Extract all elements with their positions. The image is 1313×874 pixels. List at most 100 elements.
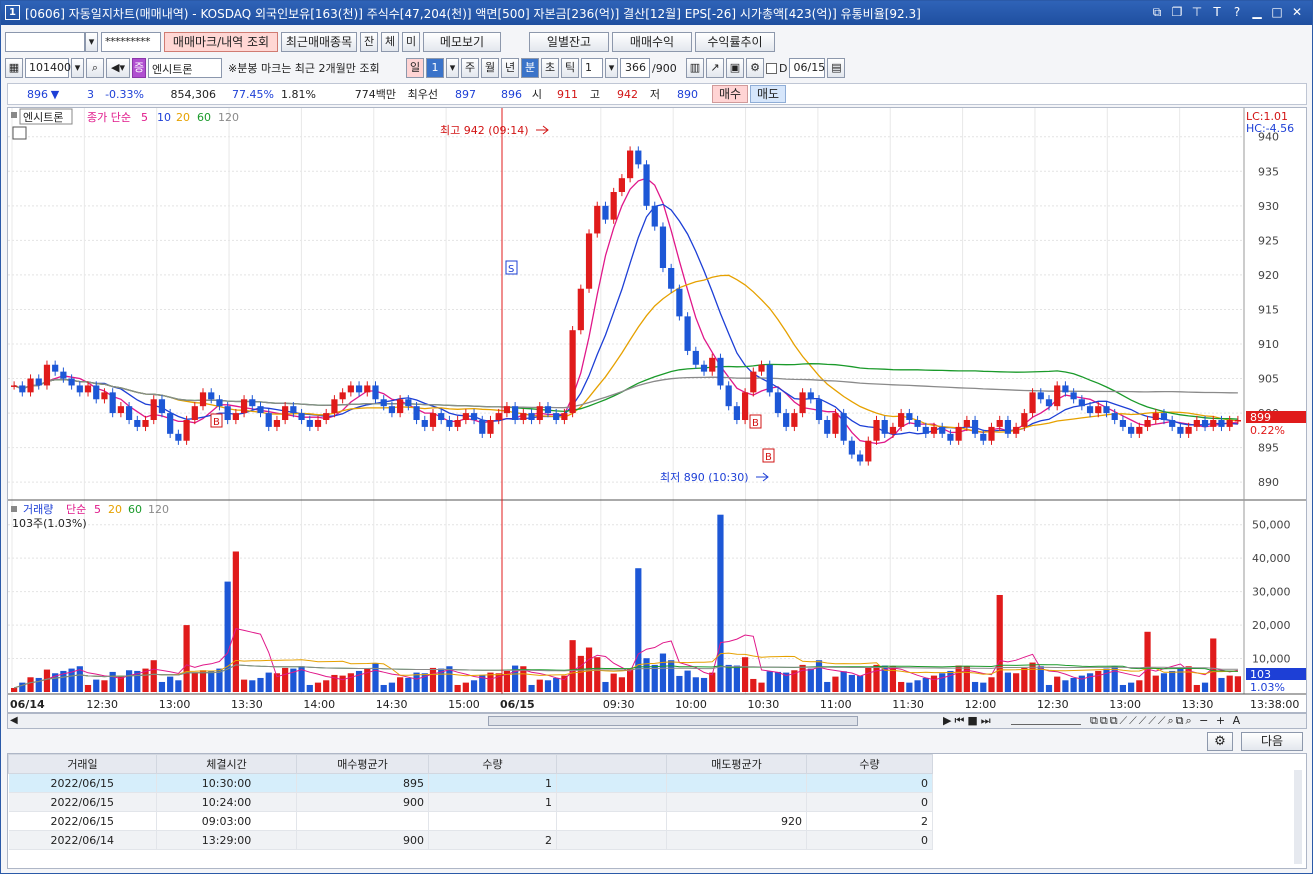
- candle: [43, 364, 51, 386]
- scroll-left-icon[interactable]: ◀: [10, 715, 18, 726]
- zoom-slider[interactable]: [1011, 717, 1081, 725]
- candle: [35, 378, 42, 386]
- chart-scroll-bar[interactable]: ◀ ▶⏮■⏭ ⧉⧉⧉⟋⟋⟋⟋⟋⌕⧉⌕ − + A: [7, 713, 1307, 729]
- col-buy-qty[interactable]: 수량: [428, 754, 557, 774]
- restore-group-icon[interactable]: ❐: [1170, 4, 1184, 20]
- speaker-icon[interactable]: ◀▾: [106, 58, 130, 78]
- period-minute[interactable]: 분: [521, 58, 539, 78]
- daily-balance-button[interactable]: 일별잔고: [529, 32, 609, 52]
- candle: [462, 413, 469, 420]
- chart-area[interactable]: 엔시트론 종가 단순 5 10 20 60 120 LC:1.01 HC:-4.…: [7, 107, 1307, 713]
- col-trade-date[interactable]: 거래일: [8, 754, 157, 774]
- chart-tools-icon[interactable]: ⧉⧉⧉⟋⟋⟋⟋⟋⌕⧉⌕ − + A: [1090, 714, 1242, 728]
- period-num[interactable]: 1: [426, 58, 444, 78]
- minimize-icon[interactable]: ▁: [1250, 4, 1264, 20]
- recent-trade-button[interactable]: 최근매매종목: [281, 32, 357, 52]
- legend-toggle-icon[interactable]: [11, 112, 17, 118]
- high-price: 942: [617, 87, 638, 101]
- volume-bar: [1152, 675, 1159, 692]
- save-icon[interactable]: ▣: [726, 58, 744, 78]
- maximize-icon[interactable]: □: [1270, 4, 1284, 20]
- volume-bar: [561, 675, 568, 692]
- period-year[interactable]: 년: [501, 58, 519, 78]
- scroll-thumb[interactable]: [488, 716, 858, 726]
- playback-controls-icon[interactable]: ▶⏮■⏭: [943, 714, 994, 728]
- low-label: 저: [649, 88, 660, 101]
- account-field[interactable]: [5, 32, 85, 52]
- pin-icon[interactable]: ⊤: [1190, 4, 1204, 20]
- candle: [208, 392, 215, 400]
- font-icon[interactable]: T: [1210, 4, 1224, 20]
- next-button[interactable]: 다음: [1241, 732, 1303, 751]
- settings-icon[interactable]: ⚙: [746, 58, 764, 78]
- candle: [117, 406, 124, 414]
- period-month[interactable]: 월: [481, 58, 499, 78]
- interval-dropdown-icon[interactable]: ▾: [605, 58, 618, 78]
- candle: [76, 385, 83, 393]
- interval-input[interactable]: 1: [581, 58, 603, 78]
- period-tick[interactable]: 틱: [561, 58, 579, 78]
- period-week[interactable]: 주: [461, 58, 479, 78]
- period-second[interactable]: 초: [541, 58, 559, 78]
- search-icon[interactable]: ⌕: [86, 58, 104, 78]
- candle: [27, 378, 34, 393]
- col-buy-avg[interactable]: 매수평균가: [296, 754, 429, 774]
- buy-button[interactable]: 매수: [712, 85, 748, 103]
- trade-mark-buy[interactable]: B: [749, 414, 762, 429]
- settings-gear-icon[interactable]: ⚙: [1207, 732, 1233, 751]
- trade-mark-buy[interactable]: B: [762, 448, 775, 463]
- indicator-icon[interactable]: ▥: [686, 58, 704, 78]
- balance-button[interactable]: 잔: [360, 32, 378, 52]
- code-dropdown-icon[interactable]: ▾: [71, 58, 84, 78]
- trade-mark-button[interactable]: 매매마크/내역 조회: [164, 32, 278, 52]
- candle: [988, 426, 995, 441]
- volume-bar: [306, 684, 313, 692]
- return-trend-button[interactable]: 수익률추이: [695, 32, 775, 52]
- stock-name-field[interactable]: 엔시트론: [148, 58, 222, 78]
- layout-icon[interactable]: ▦: [5, 58, 23, 78]
- candle: [503, 406, 511, 414]
- draw-tool-icon[interactable]: ↗: [706, 58, 724, 78]
- col-sell-avg[interactable]: 매도평균가: [666, 754, 807, 774]
- period-dropdown-icon[interactable]: ▾: [446, 58, 459, 78]
- stock-code-input[interactable]: 101400: [25, 58, 71, 78]
- date-checkbox[interactable]: [766, 62, 777, 74]
- period-day[interactable]: 일: [406, 58, 424, 78]
- candle: [783, 413, 790, 427]
- password-field[interactable]: *********: [101, 32, 161, 52]
- calendar-icon[interactable]: ▤: [827, 58, 846, 78]
- close-icon[interactable]: ✕: [1290, 4, 1304, 20]
- table-scrollbar[interactable]: [1294, 770, 1302, 864]
- volume-bar: [1111, 666, 1118, 692]
- trade-mark-buy[interactable]: B: [210, 413, 223, 428]
- executed-button[interactable]: 체: [381, 32, 399, 52]
- window-number[interactable]: 1: [5, 5, 20, 20]
- trade-history-table: 거래일 체결시간 매수평균가 수량 매도평균가 수량 2022/06/15 10…: [8, 754, 933, 850]
- chart-canvas[interactable]: 엔시트론 종가 단순 5 10 20 60 120 LC:1.01 HC:-4.…: [8, 108, 1306, 712]
- count-input[interactable]: 366: [620, 58, 650, 78]
- volume-bar: [1210, 638, 1217, 692]
- memo-button[interactable]: 메모보기: [423, 32, 501, 52]
- volume-toggle-icon[interactable]: [11, 506, 17, 512]
- date-input[interactable]: 06/15: [789, 58, 826, 78]
- unexecuted-button[interactable]: 미: [402, 32, 420, 52]
- candle: [380, 399, 387, 407]
- candle: [347, 385, 354, 393]
- cell-sell-qty: 2: [806, 811, 933, 831]
- trade-mark-sell[interactable]: S: [505, 260, 518, 275]
- link-icon[interactable]: ⧉: [1150, 4, 1164, 20]
- app-window: 1 [0606] 자동일지차트(매매내역) - KOSDAQ 외국인보유[163…: [0, 0, 1313, 874]
- candle: [1226, 420, 1233, 427]
- col-sell-qty[interactable]: 수량: [806, 754, 933, 774]
- sell-button[interactable]: 매도: [750, 85, 786, 103]
- table-row[interactable]: 2022/06/15 10:24:00 900 1 0: [8, 792, 933, 812]
- volume-bar: [988, 677, 995, 692]
- account-dropdown-icon[interactable]: ▾: [85, 32, 98, 52]
- table-row[interactable]: 2022/06/15 09:03:00 920 2: [8, 811, 933, 831]
- table-row[interactable]: 2022/06/15 10:30:00 895 1 0: [8, 773, 933, 793]
- trade-profit-button[interactable]: 매매수익: [612, 32, 692, 52]
- table-row[interactable]: 2022/06/14 13:29:00 900 2 0: [8, 830, 933, 850]
- table-toggle-icon[interactable]: [12, 126, 27, 140]
- help-icon[interactable]: ?: [1230, 4, 1244, 20]
- col-exec-time[interactable]: 체결시간: [156, 754, 297, 774]
